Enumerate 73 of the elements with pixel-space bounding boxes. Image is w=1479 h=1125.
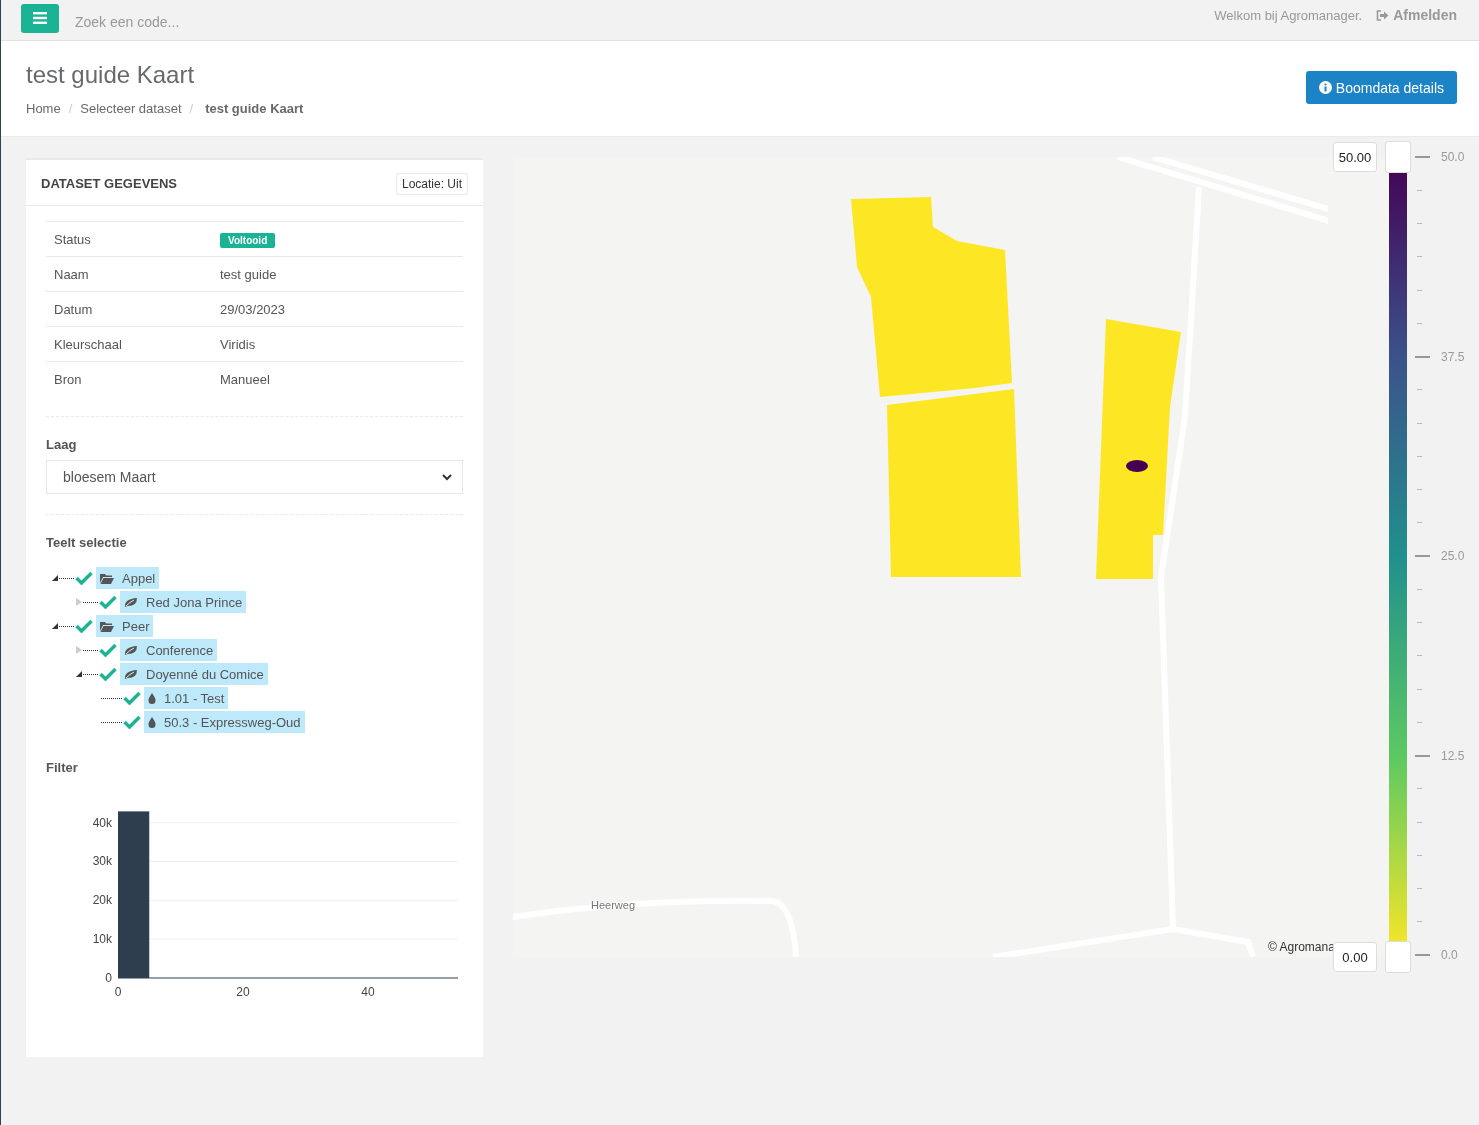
checkbox[interactable]: [98, 593, 118, 611]
field-label: Naam: [46, 256, 212, 292]
page-title: test guide Kaart: [26, 61, 196, 89]
breadcrumb-separator: /: [189, 101, 194, 116]
field-label: Status: [46, 221, 212, 257]
breadcrumb-item: test guide Kaart: [205, 101, 304, 116]
range-handle[interactable]: [1385, 141, 1411, 173]
drop-icon: [148, 692, 156, 704]
checkbox[interactable]: [98, 665, 118, 683]
tree-node[interactable]: 50.3 - Expressweg-Oud: [144, 711, 305, 733]
status-badge: Voltooid: [220, 232, 276, 248]
info-icon: [1318, 81, 1332, 94]
leaf-icon: [124, 596, 138, 608]
expand-toggle[interactable]: [76, 671, 82, 677]
filter-label: Filter: [46, 760, 79, 775]
y-tick-label: 20k: [92, 893, 112, 908]
x-tick-label: 40: [361, 985, 375, 999]
field-value: test guide: [212, 256, 463, 292]
leaf-icon: [124, 644, 138, 656]
tree-node[interactable]: Conference: [120, 639, 218, 661]
tree-node[interactable]: Red Jona Prince: [120, 591, 247, 613]
field-label: Bron: [46, 361, 212, 396]
checkbox[interactable]: [122, 713, 142, 731]
details-button[interactable]: Boomdata details: [1305, 71, 1457, 104]
card-title: DATASET GEGEVENS: [41, 176, 178, 191]
range-value: 50.00: [1333, 142, 1377, 172]
checkbox[interactable]: [74, 569, 94, 587]
expand-toggle[interactable]: [52, 623, 58, 629]
breadcrumb-item[interactable]: Selecteer dataset: [80, 101, 182, 116]
layer-label: Laag: [46, 437, 78, 452]
field-label: Datum: [46, 291, 212, 327]
folder-icon: [100, 620, 114, 632]
map-attribution: © Agromana: [1268, 940, 1335, 954]
range-value: 0.00: [1333, 942, 1377, 972]
layer-select[interactable]: bloesem Maart: [46, 460, 463, 494]
menu-button[interactable]: [21, 3, 59, 33]
y-tick-label: 0: [105, 971, 112, 985]
breadcrumb-separator: /: [68, 101, 73, 116]
leaf-icon: [124, 668, 138, 680]
tree-node[interactable]: Appel: [96, 567, 160, 589]
expand-toggle[interactable]: [52, 575, 58, 581]
scale-label: 37.5: [1441, 349, 1465, 364]
scale-label: 12.5: [1441, 748, 1465, 763]
checkbox[interactable]: [74, 617, 94, 635]
location-button[interactable]: Locatie: Uit: [395, 172, 468, 195]
field-value: Manueel: [212, 361, 463, 396]
welcome-text: Welkom bij Agromanager.: [1214, 7, 1363, 23]
breadcrumb-item[interactable]: Home: [26, 101, 61, 116]
menu-icon: [33, 12, 47, 24]
scale-label: 0.0: [1441, 948, 1458, 962]
y-tick-label: 40k: [92, 815, 112, 830]
scale-label: 50.0: [1441, 150, 1465, 164]
y-tick-label: 10k: [92, 932, 112, 947]
scale-label: 25.0: [1441, 549, 1465, 563]
logout-icon: [1376, 9, 1390, 21]
x-tick-label: 20: [236, 985, 250, 999]
tree-node[interactable]: Peer: [96, 615, 154, 637]
checkbox[interactable]: [98, 641, 118, 659]
range-handle[interactable]: [1385, 941, 1411, 973]
checkbox[interactable]: [122, 689, 142, 707]
field-value: 29/03/2023: [212, 291, 463, 327]
tree-label: Teelt selectie: [46, 535, 128, 550]
x-tick-label: 0: [114, 985, 122, 999]
search-field[interactable]: Zoek een code...: [75, 12, 375, 32]
folder-icon: [100, 572, 114, 584]
tree-node[interactable]: 1.01 - Test: [144, 687, 229, 709]
y-tick-label: 30k: [92, 854, 112, 869]
tree-node[interactable]: Doyenné du Comice: [120, 663, 268, 685]
drop-icon: [148, 716, 156, 728]
field-label: Kleurschaal: [46, 326, 212, 362]
road-label: Heerweg: [591, 899, 636, 911]
chevron-icon: [442, 473, 452, 481]
field-value: Viridis: [212, 326, 463, 362]
